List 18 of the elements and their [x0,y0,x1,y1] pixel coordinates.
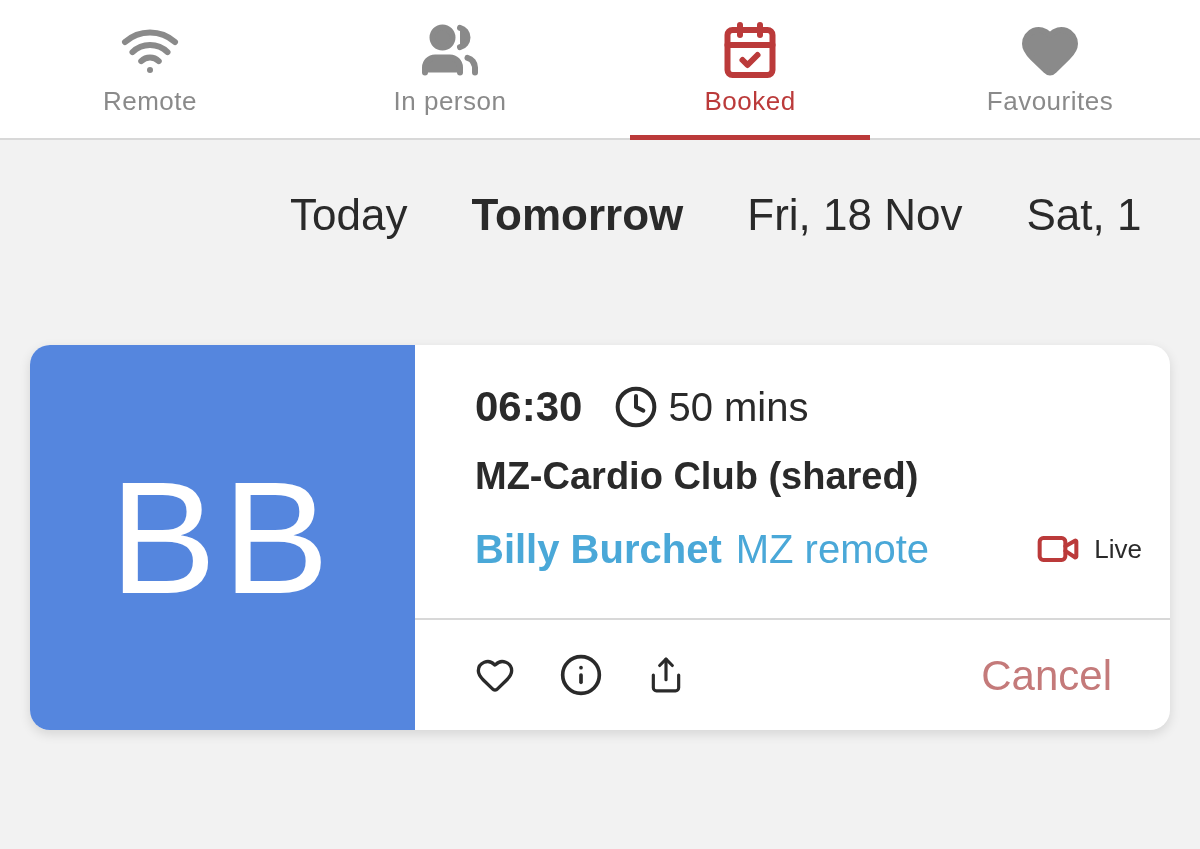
date-tab[interactable]: Tomorrow [471,182,684,248]
duration: 50 mins [668,383,809,431]
date-tab[interactable]: Fri, 18 Nov [747,182,963,248]
tab[interactable]: Booked [600,0,900,138]
class-time: 06:30 [475,382,583,432]
class-title: MZ-Cardio Club (shared) [475,454,920,499]
info-icon [559,653,603,697]
info-button[interactable] [559,653,603,697]
initials: BB [109,446,336,629]
date-tab[interactable]: Today [290,182,408,248]
location: MZ remote [735,526,930,573]
cancel-button[interactable]: Cancel [981,643,1112,707]
live-label: Live [1094,532,1142,566]
clock-icon [614,384,659,429]
tab[interactable]: Favourites [900,0,1200,138]
date-tab[interactable]: Sat, 1 [1026,182,1142,248]
tab[interactable]: In person [300,0,600,138]
tab[interactable]: Remote [0,0,300,138]
